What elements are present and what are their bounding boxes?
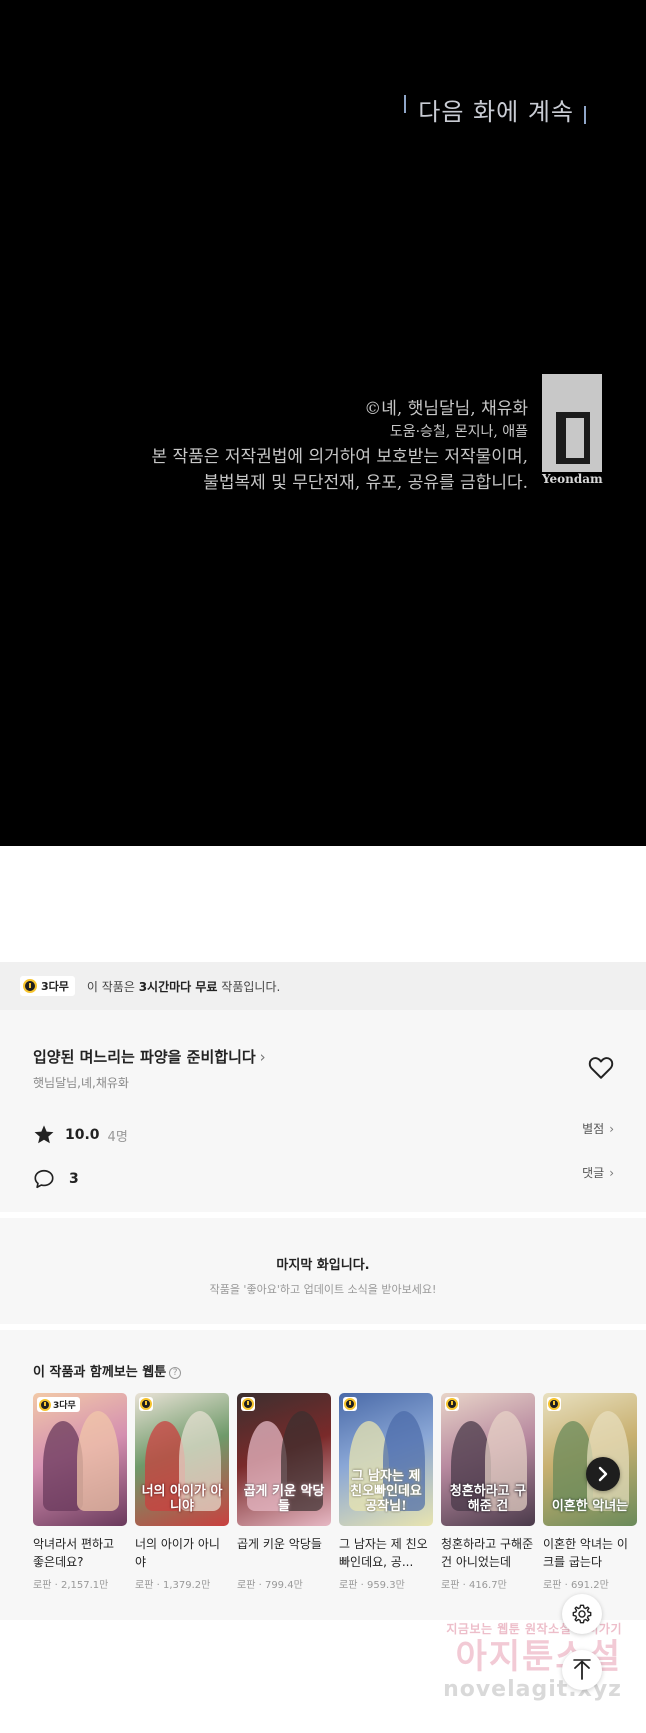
cover-image: 이혼한 악녀는 <box>543 1393 637 1526</box>
wait-free-badge <box>241 1397 255 1411</box>
rating-count: 4명 <box>107 1129 128 1145</box>
cover-logo-text: 청혼하라고 구해준 건 <box>449 1484 527 1514</box>
cover-image: 청혼하라고 구해준 건 <box>441 1393 535 1526</box>
free-info-text: 이 작품은 3시간마다 무료 작품입니다. <box>86 979 281 994</box>
recommendation-title: 이혼한 악녀는 이크를 굽는다 <box>543 1537 628 1569</box>
recommendation-card[interactable]: 청혼하라고 구해준 건청혼하라고 구해준 건 아니었는데로판 · 416.7만 <box>441 1393 535 1591</box>
clock-icon <box>140 1398 152 1410</box>
recommendation-card[interactable]: 3다무악녀라서 편하고 좋은데요? 로판 · 2,157.1만 <box>33 1393 127 1591</box>
wait-free-badge <box>445 1397 459 1411</box>
work-title: 입양된 며느리는 파양을 준비합니다 <box>33 1048 256 1066</box>
recommendation-meta: 로판 · 691.2만 <box>543 1580 609 1591</box>
comments-link[interactable]: 댓글 › <box>582 1164 614 1181</box>
recommendation-meta: 로판 · 1,379.2만 <box>135 1580 211 1591</box>
to-be-continued: 다음 화에 계속 <box>404 92 586 127</box>
comment-row[interactable]: 3 <box>33 1168 79 1190</box>
credit-assistants: 도움·승칠, 몬지나, 애플 <box>389 424 528 440</box>
recommendation-card[interactable]: 그 남자는 제 친오빠인데요 공작님! 그 남자는 제 친오빠인데요, 공... 로… <box>339 1393 433 1591</box>
recommendation-title: 악녀라서 편하고 좋은데요? <box>33 1537 115 1569</box>
cover-image: 너의 아이가 아니야 <box>135 1393 229 1526</box>
recommendation-title: 청혼하라고 구해준 건 아니었는데 <box>441 1537 534 1569</box>
arrow-up-icon <box>573 1659 591 1680</box>
free-info-banner: 3다무 이 작품은 3시간마다 무료 작품입니다. <box>0 962 646 1010</box>
chevron-right-icon: › <box>609 1166 614 1180</box>
comment-bubble-icon <box>34 1169 54 1189</box>
wait-free-badge: 3다무 <box>20 976 75 996</box>
recommendation-card[interactable]: 너의 아이가 아니야 너의 아이가 아니야 로판 · 1,379.2만 <box>135 1393 229 1591</box>
publisher-logo: Yeondam <box>542 374 603 486</box>
clock-icon <box>39 1398 51 1411</box>
heart-icon[interactable] <box>588 1056 614 1080</box>
chevron-right-icon: › <box>259 1048 266 1066</box>
credit-authors: ©녜, 햇님달님, 채유화 <box>364 399 528 419</box>
last-episode-notice: 마지막 화입니다. 작품을 '좋아요'하고 업데이트 소식을 받아보세요! <box>0 1218 646 1324</box>
rating-value: 10.0 <box>65 1127 100 1143</box>
recommendation-card[interactable]: 이혼한 악녀는이혼한 악녀는 이크를 굽는다로판 · 691.2만 <box>543 1393 637 1591</box>
cover-image: 그 남자는 제 친오빠인데요 공작님! <box>339 1393 433 1526</box>
recommendations-section: 이 작품과 함께보는 웹툰? 3다무악녀라서 편하고 좋은데요? 로판 · 2,1… <box>0 1330 646 1620</box>
recommendation-meta: 로판 · 2,157.1만 <box>33 1580 109 1591</box>
rating-row: 10.0 4명 <box>33 1124 128 1146</box>
cover-logo-text: 그 남자는 제 친오빠인데요 공작님! <box>350 1469 422 1514</box>
wait-free-badge <box>139 1397 153 1411</box>
recommendation-card[interactable]: 곱게 키운 악당들 곱게 키운 악당들 로판 · 799.4만 <box>237 1393 331 1591</box>
cover-logo-text: 이혼한 악녀는 <box>551 1499 629 1514</box>
wait-free-badge <box>343 1397 357 1411</box>
wait-free-badge <box>547 1397 561 1411</box>
recommendation-meta: 로판 · 959.3만 <box>339 1580 405 1591</box>
comic-credits: ©녜, 햇님달님, 채유화 도움·승칠, 몬지나, 애플 본 작품은 저작권법에… <box>151 398 528 496</box>
clock-icon <box>344 1398 356 1410</box>
comic-panel: 다음 화에 계속 ©녜, 햇님달님, 채유화 도움·승칠, 몬지나, 애플 본 … <box>0 0 646 846</box>
gear-icon <box>572 1604 592 1624</box>
cover-logo-text: 너의 아이가 아니야 <box>141 1484 223 1514</box>
chevron-right-icon: › <box>609 1122 614 1136</box>
settings-button[interactable] <box>562 1594 602 1634</box>
work-authors: 햇님달님,녜,채유화 <box>33 1076 129 1090</box>
recommendation-meta: 로판 · 799.4만 <box>237 1580 303 1591</box>
cover-logo-text: 곱게 키운 악당들 <box>243 1484 325 1514</box>
star-icon <box>34 1125 54 1144</box>
recommendation-list: 3다무악녀라서 편하고 좋은데요? 로판 · 2,157.1만 너의 아이가 아니야… <box>33 1393 645 1591</box>
recommendation-title: 그 남자는 제 친오빠인데요, 공... <box>339 1537 428 1569</box>
rate-link[interactable]: 별점 › <box>582 1120 614 1137</box>
chevron-right-icon <box>598 1466 608 1482</box>
recommendations-heading: 이 작품과 함께보는 웹툰? <box>33 1361 182 1380</box>
cover-image: 곱게 키운 악당들 <box>237 1393 331 1526</box>
copyright-notice-2: 불법복제 및 무단전재, 유포, 공유를 금합니다. <box>203 473 528 493</box>
copyright-notice-1: 본 작품은 저작권법에 의거하여 보호받는 저작물이며, <box>151 447 528 467</box>
clock-icon <box>446 1398 458 1410</box>
comment-count: 3 <box>69 1171 79 1187</box>
recommendation-title: 너의 아이가 아니야 <box>135 1537 220 1569</box>
recommendation-meta: 로판 · 416.7만 <box>441 1580 507 1591</box>
clock-icon <box>242 1398 254 1410</box>
last-episode-subtitle: 작품을 '좋아요'하고 업데이트 소식을 받아보세요! <box>209 1283 437 1296</box>
work-title-link[interactable]: 입양된 며느리는 파양을 준비합니다 › <box>33 1046 266 1067</box>
wait-free-badge: 3다무 <box>37 1397 80 1412</box>
recommendation-title: 곱게 키운 악당들 <box>237 1537 322 1551</box>
help-icon[interactable]: ? <box>169 1367 182 1379</box>
cover-image: 3다무 <box>33 1393 127 1526</box>
clock-icon <box>23 979 37 993</box>
clock-icon <box>548 1398 560 1410</box>
work-info: 입양된 며느리는 파양을 준비합니다 › 햇님달님,녜,채유화 10.0 4명 별… <box>0 1010 646 1212</box>
scroll-top-button[interactable] <box>562 1650 602 1690</box>
carousel-next-button[interactable] <box>586 1457 620 1491</box>
last-episode-title: 마지막 화입니다. <box>276 1258 370 1273</box>
